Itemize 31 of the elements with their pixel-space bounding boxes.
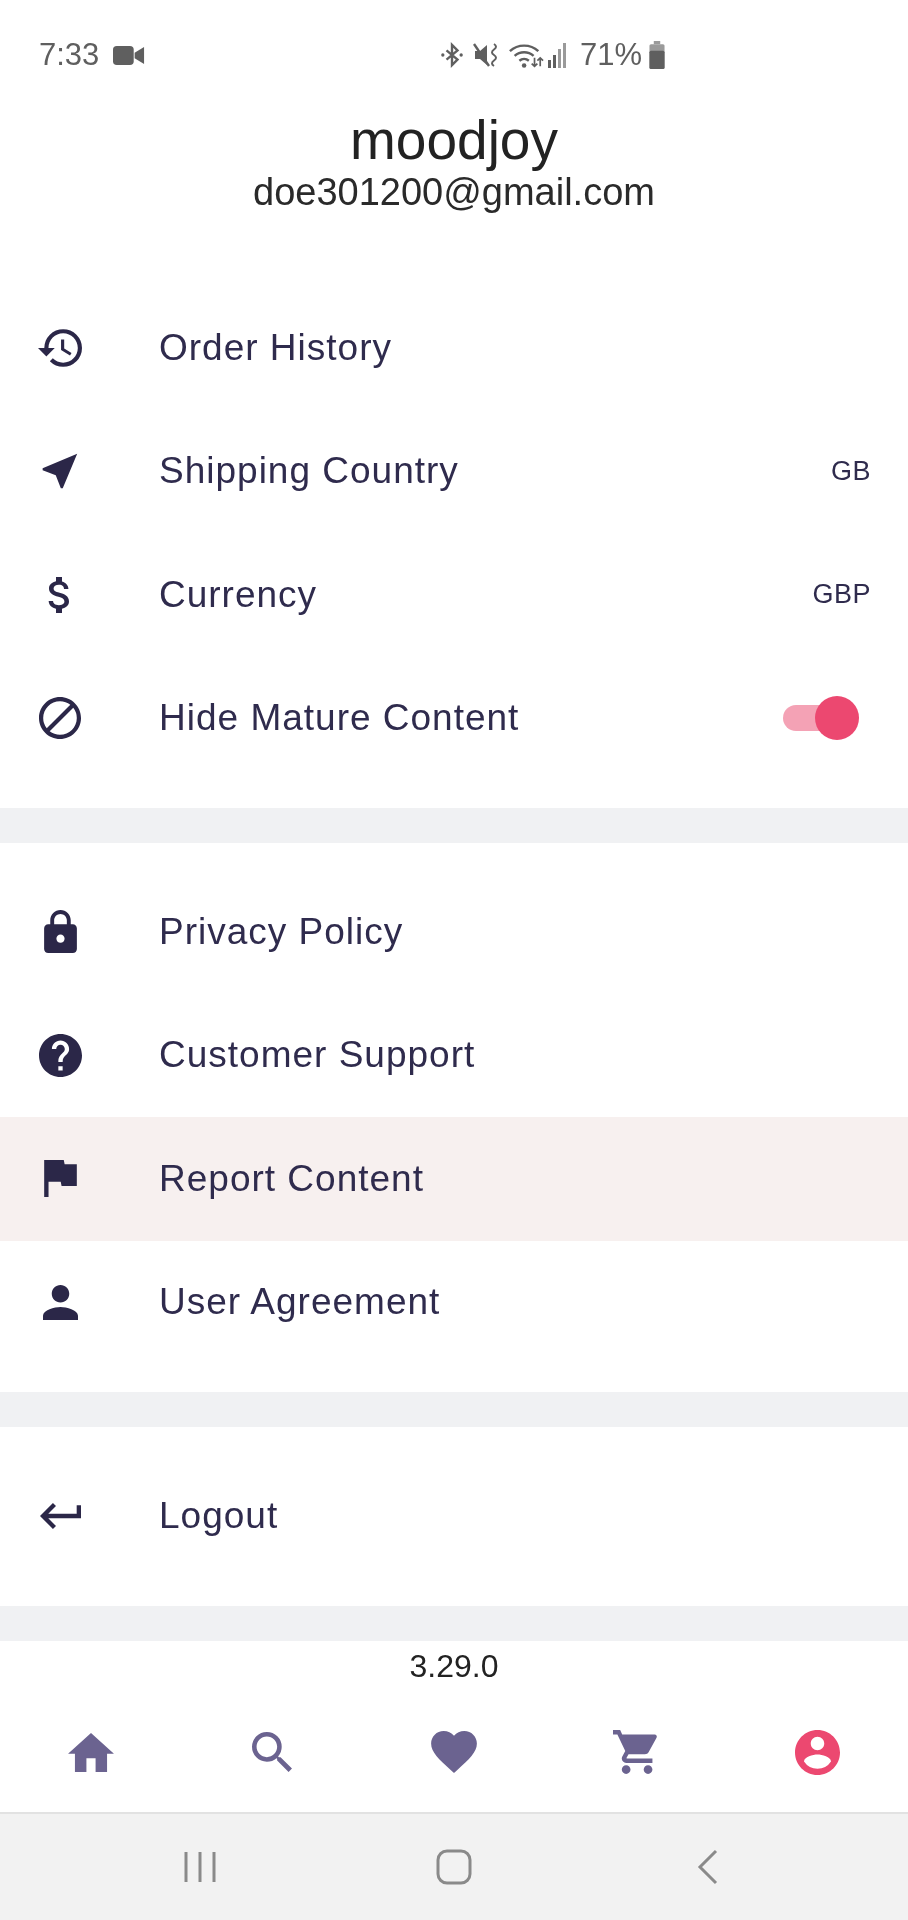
help-icon: [38, 1033, 82, 1077]
video-camera-icon: [113, 43, 146, 67]
history-icon: [38, 328, 82, 367]
system-home-icon[interactable]: [436, 1849, 472, 1885]
bluetooth-icon: [440, 42, 463, 68]
person-icon: [42, 1284, 78, 1320]
battery-icon: [649, 41, 665, 69]
status-time: 7:33: [39, 37, 100, 73]
cart-icon[interactable]: [612, 1730, 659, 1774]
heart-icon[interactable]: [431, 1731, 477, 1773]
account-icon[interactable]: [794, 1729, 840, 1775]
lock-icon: [43, 910, 77, 954]
home-icon[interactable]: [67, 1732, 114, 1772]
wifi-icon: [507, 41, 544, 69]
recent-apps-icon[interactable]: [183, 1850, 217, 1884]
flag-icon: [43, 1160, 77, 1198]
signal-icon: [547, 42, 566, 68]
setting-value: GBP: [812, 579, 871, 611]
dollar-icon: [48, 576, 72, 613]
battery-percentage: 71%: [579, 37, 642, 73]
setting-value: GB: [831, 455, 871, 487]
navigation-arrow-icon: [42, 453, 78, 490]
email-address: doe301200@gmail.com: [253, 171, 655, 213]
back-icon[interactable]: [697, 1849, 719, 1885]
block-icon: [39, 697, 81, 740]
search-icon[interactable]: [252, 1732, 293, 1772]
return-arrow-icon: [39, 1502, 81, 1529]
menu-item[interactable]: Report Content: [0, 1117, 908, 1241]
version-label: 3.29.0: [409, 1648, 499, 1685]
mute-icon: [471, 42, 500, 68]
toggle-switch[interactable]: [783, 696, 859, 741]
